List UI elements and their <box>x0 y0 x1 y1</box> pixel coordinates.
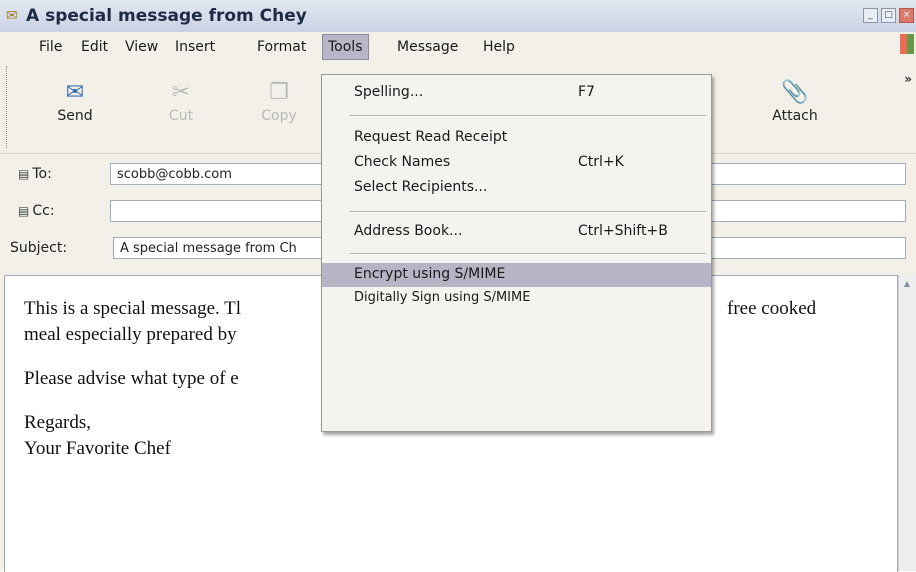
cc-label[interactable]: ▤ Cc: <box>18 203 55 219</box>
body-line: Please advise what type of e <box>24 368 239 389</box>
title-bar: ✉ A special message from Chey _ □ × <box>0 0 916 33</box>
subject-label: Subject: <box>10 240 68 256</box>
vertical-scrollbar[interactable]: ▲ <box>898 275 916 571</box>
attach-button[interactable]: 📎 Attach <box>760 78 830 124</box>
menu-item-digitally-sign-smime[interactable]: Digitally Sign using S/MIME <box>322 287 711 311</box>
menu-help[interactable]: Help <box>480 38 518 56</box>
menu-item-request-read-receipt[interactable]: Request Read Receipt <box>322 126 711 150</box>
menu-tools[interactable]: Tools <box>322 34 369 60</box>
to-label[interactable]: ▤ To: <box>18 166 52 182</box>
menu-message[interactable]: Message <box>394 38 461 56</box>
scissors-icon: ✂ <box>171 80 191 105</box>
body-line-continued: free cooked <box>727 298 817 319</box>
menu-edit[interactable]: Edit <box>78 38 111 56</box>
toolbar-grip[interactable] <box>6 66 10 148</box>
scroll-up-arrow-icon[interactable]: ▲ <box>901 278 913 290</box>
address-book-icon: ▤ <box>18 204 30 218</box>
menu-file[interactable]: File <box>36 38 65 56</box>
window-title: A special message from Chey <box>26 6 307 26</box>
copy-icon: ❐ <box>269 80 289 105</box>
body-line: This is a special message. Tl <box>24 298 242 319</box>
menu-item-check-names[interactable]: Check Names Ctrl+K <box>322 151 711 175</box>
menu-insert[interactable]: Insert <box>172 38 218 56</box>
tools-menu-dropdown: Spelling... F7 Request Read Receipt Chec… <box>321 74 712 432</box>
menu-item-spelling[interactable]: Spelling... F7 <box>322 81 711 105</box>
compose-window: ✉ A special message from Chey _ □ × File… <box>0 0 916 572</box>
close-button[interactable]: × <box>899 8 914 23</box>
menu-separator <box>350 115 706 117</box>
copy-button[interactable]: ❐ Copy <box>244 78 314 124</box>
menu-format[interactable]: Format <box>254 38 309 56</box>
menu-item-encrypt-smime[interactable]: Encrypt using S/MIME <box>322 263 711 287</box>
cut-button[interactable]: ✂ Cut <box>146 78 216 124</box>
envelope-send-icon: ✉ <box>65 80 85 105</box>
message-icon: ✉ <box>6 8 18 24</box>
message-body-text: This is a special message. Tl meal espec… <box>24 296 241 462</box>
menu-item-address-book[interactable]: Address Book... Ctrl+Shift+B <box>322 220 711 244</box>
body-line: Your Favorite Chef <box>24 438 171 459</box>
address-book-icon: ▤ <box>18 167 30 181</box>
windows-logo-icon <box>900 34 914 54</box>
menu-separator <box>350 211 706 213</box>
menu-view[interactable]: View <box>122 38 161 56</box>
maximize-button[interactable]: □ <box>881 8 896 23</box>
paperclip-icon: 📎 <box>781 80 809 105</box>
send-button[interactable]: ✉ Send <box>40 78 110 124</box>
minimize-button[interactable]: _ <box>863 8 878 23</box>
menu-bar: File Edit View Insert Format Tools Messa… <box>0 32 916 63</box>
menu-separator <box>350 253 706 255</box>
menu-item-select-recipients[interactable]: Select Recipients... <box>322 176 711 200</box>
body-line: meal especially prepared by <box>24 324 237 345</box>
body-line: Regards, <box>24 412 92 433</box>
toolbar-overflow-chevron-icon[interactable]: » <box>904 72 912 86</box>
